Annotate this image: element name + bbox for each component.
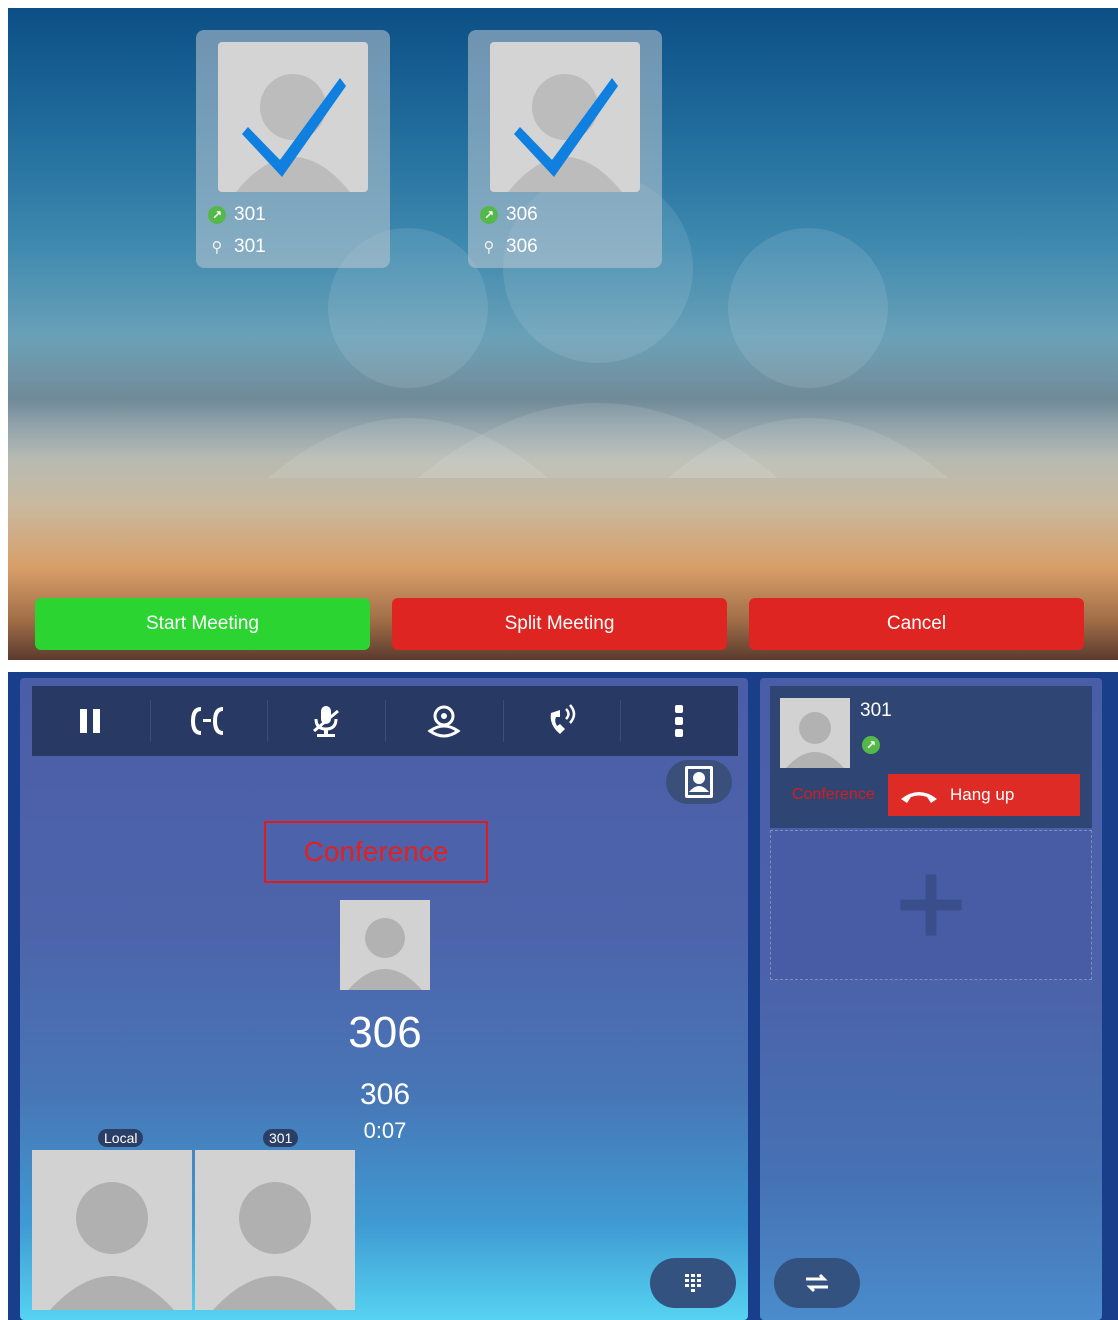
transfer-icon — [190, 707, 223, 735]
participant-account-row: ⚲ 306 — [480, 234, 538, 260]
participant-name-row: ↗ 306 — [480, 202, 538, 228]
participant-name: 306 — [506, 204, 538, 225]
participant-account: 301 — [234, 236, 266, 257]
call-screen: Conference 306 306 0:07 Local 301 301 ↗ … — [8, 672, 1118, 1320]
more-options-button[interactable] — [620, 686, 738, 756]
participant-account-row: ⚲ 301 — [208, 234, 266, 260]
person-icon — [348, 918, 422, 990]
active-call-panel: Conference 306 306 0:07 Local 301 — [20, 678, 748, 1320]
dialpad-icon — [685, 1274, 701, 1292]
caller-number: 306 — [359, 1078, 411, 1111]
local-video-thumbnail[interactable] — [32, 1150, 192, 1310]
participant-card[interactable]: ↗ 301 ⚲ 301 — [196, 30, 390, 268]
mute-button[interactable] — [267, 686, 385, 756]
contact-avatar — [218, 42, 368, 192]
participant-account: 306 — [506, 236, 538, 257]
call-status-label: Conference — [264, 821, 488, 883]
call-toolbar — [32, 686, 738, 756]
swap-lines-button[interactable] — [774, 1258, 860, 1308]
pause-icon — [79, 709, 100, 733]
contact-toggle-button[interactable] — [666, 760, 732, 804]
outgoing-call-icon: ↗ — [862, 736, 880, 754]
caller-avatar — [340, 900, 430, 990]
hang-up-button[interactable]: Hang up — [888, 774, 1080, 816]
split-meeting-button[interactable]: Split Meeting — [392, 598, 727, 650]
account-icon: ⚲ — [211, 239, 223, 256]
checkmark-icon — [242, 78, 346, 177]
add-call-slot[interactable] — [770, 830, 1092, 980]
line-avatar — [780, 698, 850, 768]
record-video-icon — [427, 705, 461, 738]
swap-icon — [806, 1273, 828, 1293]
cancel-button[interactable]: Cancel — [749, 598, 1084, 650]
more-icon — [675, 705, 684, 737]
pause-button[interactable] — [32, 686, 150, 756]
line-status: Conference — [792, 786, 875, 803]
contact-card-icon — [685, 766, 713, 798]
checkmark-icon — [514, 78, 618, 177]
participant-video-thumbnail[interactable] — [195, 1150, 355, 1310]
thumbnail-label: Local — [98, 1129, 144, 1147]
hang-up-icon — [888, 785, 950, 805]
hang-up-label: Hang up — [950, 785, 1015, 804]
speaker-button[interactable] — [502, 686, 621, 756]
dialpad-button[interactable] — [650, 1258, 736, 1308]
person-icon — [213, 1182, 337, 1310]
mute-mic-icon — [313, 706, 340, 737]
outgoing-call-icon: ↗ — [208, 206, 226, 224]
caller-name: 306 — [348, 1008, 422, 1057]
contact-avatar — [490, 42, 640, 192]
person-icon — [50, 1182, 174, 1310]
call-lines-panel: 301 ↗ Conference Hang up — [760, 678, 1102, 1320]
account-icon: ⚲ — [483, 239, 495, 256]
record-button[interactable] — [385, 686, 503, 756]
line-name: 301 — [860, 700, 892, 721]
outgoing-call-icon: ↗ — [480, 206, 498, 224]
conference-select-screen: ↗ 301 ⚲ 301 ↗ 306 ⚲ 306 Start Meeting Sp — [8, 8, 1118, 660]
start-meeting-button[interactable]: Start Meeting — [35, 598, 370, 650]
person-icon — [786, 712, 844, 768]
transfer-button[interactable] — [149, 686, 268, 756]
thumbnail-label: 301 — [263, 1129, 299, 1147]
participant-name: 301 — [234, 204, 266, 225]
participant-card[interactable]: ↗ 306 ⚲ 306 — [468, 30, 662, 268]
participant-name-row: ↗ 301 — [208, 202, 266, 228]
line-card[interactable]: 301 ↗ Conference Hang up — [770, 686, 1092, 828]
plus-icon — [900, 874, 962, 936]
call-volume-icon — [550, 704, 575, 734]
